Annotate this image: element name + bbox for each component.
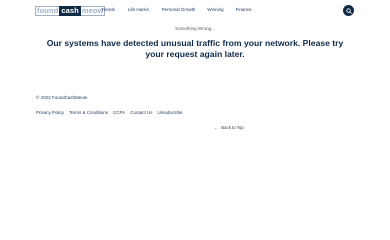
nav-item-life-hacks[interactable]: Life Hacks: [128, 7, 149, 12]
back-to-top-link[interactable]: ← Back to Top: [214, 125, 244, 130]
footer-link-terms[interactable]: Terms & Conditions: [69, 110, 108, 115]
search-button[interactable]: [343, 5, 354, 16]
main-nav: Trends Life Hacks Personal Growth Winnin…: [101, 7, 252, 12]
copyright: © 2023 FoundCashMeow: [36, 95, 88, 100]
page: found cash meow Trends Life Hacks Person…: [0, 0, 390, 240]
nav-item-winning[interactable]: Winning: [207, 7, 223, 12]
footer-link-ccpa[interactable]: CCPA: [113, 110, 125, 115]
logo-found: found: [35, 6, 60, 16]
back-to-top-label: Back to Top: [221, 125, 244, 130]
nav-item-personal-growth[interactable]: Personal Growth: [162, 7, 196, 12]
footer-link-contact[interactable]: Contact Us: [130, 110, 152, 115]
error-headline: Our systems have detected unusual traffi…: [46, 38, 344, 59]
site-header: found cash meow Trends Life Hacks Person…: [0, 0, 390, 23]
arrow-left-icon: ←: [214, 125, 219, 130]
search-icon: [345, 7, 352, 14]
site-logo[interactable]: found cash meow: [35, 6, 106, 16]
footer-link-unsubscribe[interactable]: Unsubscribe: [157, 110, 182, 115]
logo-cash: cash: [59, 6, 81, 16]
footer-links: Privacy Policy Terms & Conditions CCPA C…: [36, 110, 187, 115]
nav-item-trends[interactable]: Trends: [101, 7, 115, 12]
footer-link-privacy-policy[interactable]: Privacy Policy: [36, 110, 64, 115]
nav-item-finance[interactable]: Finance: [236, 7, 252, 12]
error-status: Something Wrong...: [175, 26, 215, 31]
